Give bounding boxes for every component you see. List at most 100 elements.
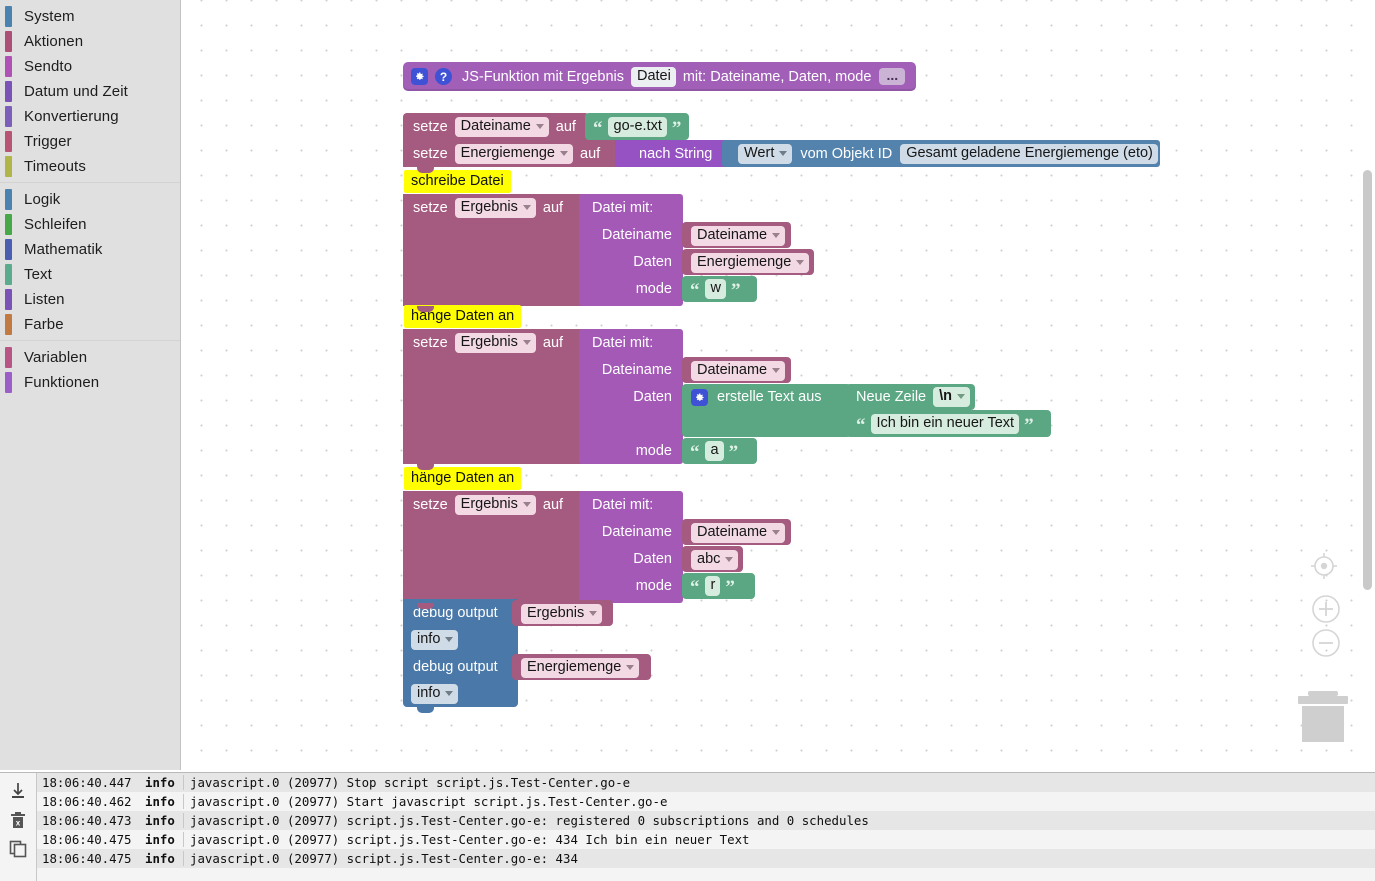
function-more-button[interactable]: ... — [879, 68, 906, 85]
trash-icon[interactable] — [1294, 688, 1352, 744]
trash-delete-icon[interactable]: x — [8, 810, 28, 830]
arg-label-dateiname-3: Dateiname — [601, 524, 672, 540]
zoom-out-icon[interactable] — [1311, 628, 1341, 658]
sidebar-item-logik[interactable]: Logik — [0, 187, 180, 212]
copy-icon[interactable] — [8, 839, 28, 859]
log-row[interactable]: 18:06:40.462 info javascript.0 (20977) Sta… — [37, 792, 1375, 811]
block-category-sidebar[interactable]: System Aktionen Sendto Datum und Zeit Konver… — [0, 0, 181, 770]
log-row[interactable]: 18:06:40.447 info javascript.0 (20977) Sto… — [37, 773, 1375, 792]
newline-value-label: \n — [939, 388, 953, 404]
text-literal-block-mode-1[interactable]: “ w ” — [682, 276, 757, 302]
sidebar-item-schleifen[interactable]: Schleifen — [0, 212, 180, 237]
sidebar-item-datum-und-zeit[interactable]: Datum und Zeit — [0, 79, 180, 104]
log-row[interactable]: 18:06:40.475 info javascript.0 (20977) scr… — [37, 830, 1375, 849]
variable-dropdown[interactable]: abc — [691, 550, 739, 570]
comment-tip-haenge-daten-an-2[interactable]: hänge Daten an — [404, 467, 522, 490]
text-value-field-filename[interactable]: go-e.txt — [607, 116, 667, 137]
text-join-block[interactable]: erstelle Text aus — [682, 384, 851, 437]
download-icon[interactable] — [8, 781, 28, 801]
sidebar-item-label: Datum und Zeit — [24, 83, 128, 100]
text-value-field-mode-2[interactable]: a — [704, 441, 724, 461]
variable-dropdown-ergebnis-2[interactable]: Ergebnis — [454, 332, 536, 353]
set-variable-dateiname-block[interactable]: setze Dateiname auf — [403, 113, 589, 146]
variable-name-label: Energiemenge — [527, 659, 622, 675]
variable-getter-energiemenge-debug[interactable]: Energiemenge — [512, 654, 651, 680]
variable-getter-dateiname-3[interactable]: Dateiname — [682, 519, 791, 545]
variable-dropdown[interactable]: Ergebnis — [521, 604, 603, 624]
function-name-field[interactable]: Datei — [630, 66, 676, 87]
debug-level-dropdown-1[interactable]: info — [411, 630, 459, 650]
text-literal-block-filename[interactable]: “ go-e.txt ” — [585, 113, 689, 140]
get-object-value-block[interactable]: Wert vom Objekt ID Gesamt geladene Energ… — [722, 140, 1160, 167]
sidebar-item-aktionen[interactable]: Aktionen — [0, 29, 180, 54]
sidebar-item-mathematik[interactable]: Mathematik — [0, 237, 180, 262]
variable-dropdown-ergebnis-3[interactable]: Ergebnis — [454, 494, 536, 515]
sidebar-item-system[interactable]: System — [0, 4, 180, 29]
sidebar-item-funktionen[interactable]: Funktionen — [0, 370, 180, 395]
newline-dropdown[interactable]: \n — [933, 387, 971, 407]
log-rows-container[interactable]: 18:06:40.447 info javascript.0 (20977) Sto… — [37, 773, 1375, 881]
swatch-icon — [5, 239, 12, 260]
swatch-icon — [5, 156, 12, 177]
sidebar-item-label: Variablen — [24, 349, 88, 366]
sidebar-item-sendto[interactable]: Sendto — [0, 54, 180, 79]
function-definition-block[interactable]: ? JS-Funktion mit Ergebnis Datei mit: Da… — [403, 62, 916, 91]
sidebar-item-label: Schleifen — [24, 216, 87, 233]
variable-dropdown[interactable]: Dateiname — [691, 226, 786, 246]
set-variable-ergebnis-block-2[interactable]: setze Ergebnis auf — [403, 329, 583, 470]
help-icon[interactable]: ? — [435, 68, 452, 85]
attribute-dropdown[interactable]: Wert — [738, 143, 793, 164]
swatch-icon — [5, 189, 12, 210]
workspace-vertical-scrollbar[interactable] — [1363, 170, 1372, 590]
log-row[interactable]: 18:06:40.475 info javascript.0 (20977) scr… — [37, 849, 1375, 868]
object-id-field[interactable]: Gesamt geladene Energiemenge (eto) — [900, 143, 1158, 164]
sidebar-item-farbe[interactable]: Farbe — [0, 312, 180, 337]
blockly-workspace[interactable]: ? JS-Funktion mit Ergebnis Datei mit: Da… — [181, 0, 1375, 770]
close-quote-icon: ” — [1024, 414, 1034, 436]
variable-getter-ergebnis-debug[interactable]: Ergebnis — [512, 600, 613, 626]
text-literal-block-mode-3[interactable]: “ r ” — [682, 573, 755, 599]
text-value-field-mode-1[interactable]: w — [704, 279, 726, 299]
sidebar-item-text[interactable]: Text — [0, 262, 180, 287]
sidebar-item-variablen[interactable]: Variablen — [0, 345, 180, 370]
debug-level-dropdown-2[interactable]: info — [411, 684, 459, 704]
variable-getter-dateiname-2[interactable]: Dateiname — [682, 357, 791, 383]
setze-keyword-2: setze — [413, 145, 448, 162]
log-row[interactable]: 18:06:40.473 info javascript.0 (20977) scr… — [37, 811, 1375, 830]
variable-dropdown[interactable]: Energiemenge — [521, 658, 640, 678]
call-function-datei-block-1[interactable]: Datei mit: Dateiname Daten mode — [579, 194, 683, 306]
close-quote-icon: ” — [728, 442, 739, 463]
swatch-icon — [5, 372, 12, 393]
set-variable-ergebnis-block-1[interactable]: setze Ergebnis auf — [403, 194, 583, 312]
function-params-label: mit: Dateiname, Daten, mode — [682, 68, 872, 85]
sidebar-item-listen[interactable]: Listen — [0, 287, 180, 312]
set-variable-ergebnis-block-3[interactable]: setze Ergebnis auf — [403, 491, 583, 609]
text-literal-block-mode-2[interactable]: “ a ” — [682, 438, 757, 464]
debug-output-block-2[interactable]: debug output info — [403, 653, 518, 713]
sidebar-item-trigger[interactable]: Trigger — [0, 129, 180, 154]
text-value-field-mode-3[interactable]: r — [704, 576, 721, 596]
comment-tip-schreibe-datei[interactable]: schreibe Datei — [404, 170, 511, 193]
center-target-icon[interactable] — [1309, 551, 1339, 581]
call-function-datei-block-3[interactable]: Datei mit: Dateiname Daten mode — [579, 491, 683, 603]
variable-getter-energiemenge-1[interactable]: Energiemenge — [682, 249, 814, 275]
gear-icon[interactable] — [691, 389, 708, 406]
sidebar-item-timeouts[interactable]: Timeouts — [0, 154, 180, 179]
variable-getter-abc[interactable]: abc — [682, 546, 743, 572]
text-literal-block-neuer-text[interactable]: “ Ich bin ein neuer Text ” — [846, 410, 1051, 437]
variable-getter-dateiname-1[interactable]: Dateiname — [682, 222, 791, 248]
text-value-field-neuer-text[interactable]: Ich bin ein neuer Text — [870, 413, 1020, 434]
variable-dropdown[interactable]: Dateiname — [691, 523, 786, 543]
variable-dropdown[interactable]: Dateiname — [691, 361, 786, 381]
sidebar-item-konvertierung[interactable]: Konvertierung — [0, 104, 180, 129]
variable-dropdown-energiemenge[interactable]: Energiemenge — [454, 143, 573, 164]
zoom-in-icon[interactable] — [1311, 594, 1341, 624]
variable-dropdown-dateiname[interactable]: Dateiname — [454, 116, 549, 137]
gear-icon[interactable] — [411, 68, 428, 85]
newline-constant-block[interactable]: Neue Zeile \n — [846, 384, 975, 410]
variable-dropdown[interactable]: Energiemenge — [691, 253, 810, 273]
log-toolbar[interactable]: x — [0, 773, 37, 881]
call-function-datei-block-2[interactable]: Datei mit: Dateiname Daten mode — [579, 329, 683, 464]
variable-name-label: Ergebnis — [460, 198, 518, 215]
variable-dropdown-ergebnis-1[interactable]: Ergebnis — [454, 197, 536, 218]
